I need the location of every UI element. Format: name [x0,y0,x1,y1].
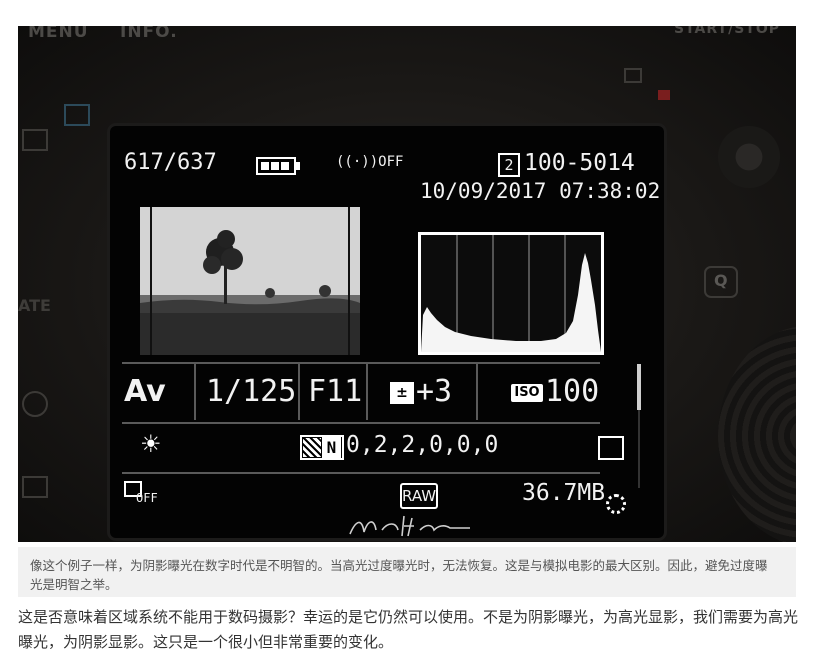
exposure-compensation: +3 [416,374,453,409]
shutter-speed: 1/125 [206,374,297,409]
info-button-label: INFO. [120,26,178,42]
iso-value: 100 [545,374,600,409]
dual-display-icon [64,104,90,126]
scrollbar-thumb [637,364,641,410]
photo-thumbnail [140,207,360,355]
record-icon [658,90,670,100]
q-button-label: Q [714,271,728,290]
aperture: F11 [308,374,363,409]
camera-dial [718,326,796,542]
histogram-graph [421,235,601,352]
caption-text: 像这个例子一样，为阴影曝光在数字时代是不明智的。当高光过度曝光时，无法恢复。这是… [30,558,768,592]
exposure-compensation-icon: ± [390,382,414,404]
camera-icon [624,68,642,83]
q-button: Q [704,266,738,298]
cropped-previous-text [18,0,798,8]
wifi-off-icon: ((·))OFF [336,154,404,170]
luminance-histogram [418,232,604,355]
sep-4 [476,364,478,420]
info-separator-bottom [122,472,600,474]
picture-style-code: N [322,437,341,458]
battery-icon [256,157,300,175]
hdr-off-icon: OFF [124,481,158,507]
af-frame-icon [598,436,624,460]
loading-icon [606,494,626,514]
hdr-off-label: OFF [136,491,158,505]
camera-lcd-screen: 617/637 ((·))OFF 2 100-5014 10/09/2017 0… [110,126,664,538]
sep-1 [194,364,196,420]
article-paragraph: 这是否意味着区域系统不能用于数码摄影？幸运的是它仍然可以使用。不是为阴影曝光，为… [18,608,799,651]
sep-3 [366,364,368,420]
image-caption: 像这个例子一样，为阴影曝光在数字时代是不明智的。当高光过度曝光时，无法恢复。这是… [18,547,796,597]
speaker-grille [718,126,780,188]
article-photo: MENU INFO. START/STOP Q ATE 617/637 ((·)… [18,26,796,542]
file-number: 100-5014 [524,150,635,176]
shooting-mode: Av [124,374,166,409]
folder-icon: 2 [498,153,520,177]
iso-icon: ISO [511,384,543,402]
photographer-signature [349,515,470,537]
start-stop-label: START/STOP [674,26,780,37]
camera-side-icons-left: ATE [18,101,58,521]
sun-icon: ☀ [140,430,162,458]
file-size: 36.7MB [522,480,606,506]
menu-button-label: MENU [28,26,89,42]
sep-2 [298,364,300,420]
datetime: 10/09/2017 07:38:02 [420,179,661,203]
raw-icon: RAW [400,483,438,509]
info-separator-mid [122,422,600,424]
shot-count: 617/637 [124,150,217,175]
picture-style-icon: N [300,435,344,460]
picture-style-values: 0,2,2,0,0,0 [346,432,499,458]
landscape-thumbnail-image [140,207,360,355]
